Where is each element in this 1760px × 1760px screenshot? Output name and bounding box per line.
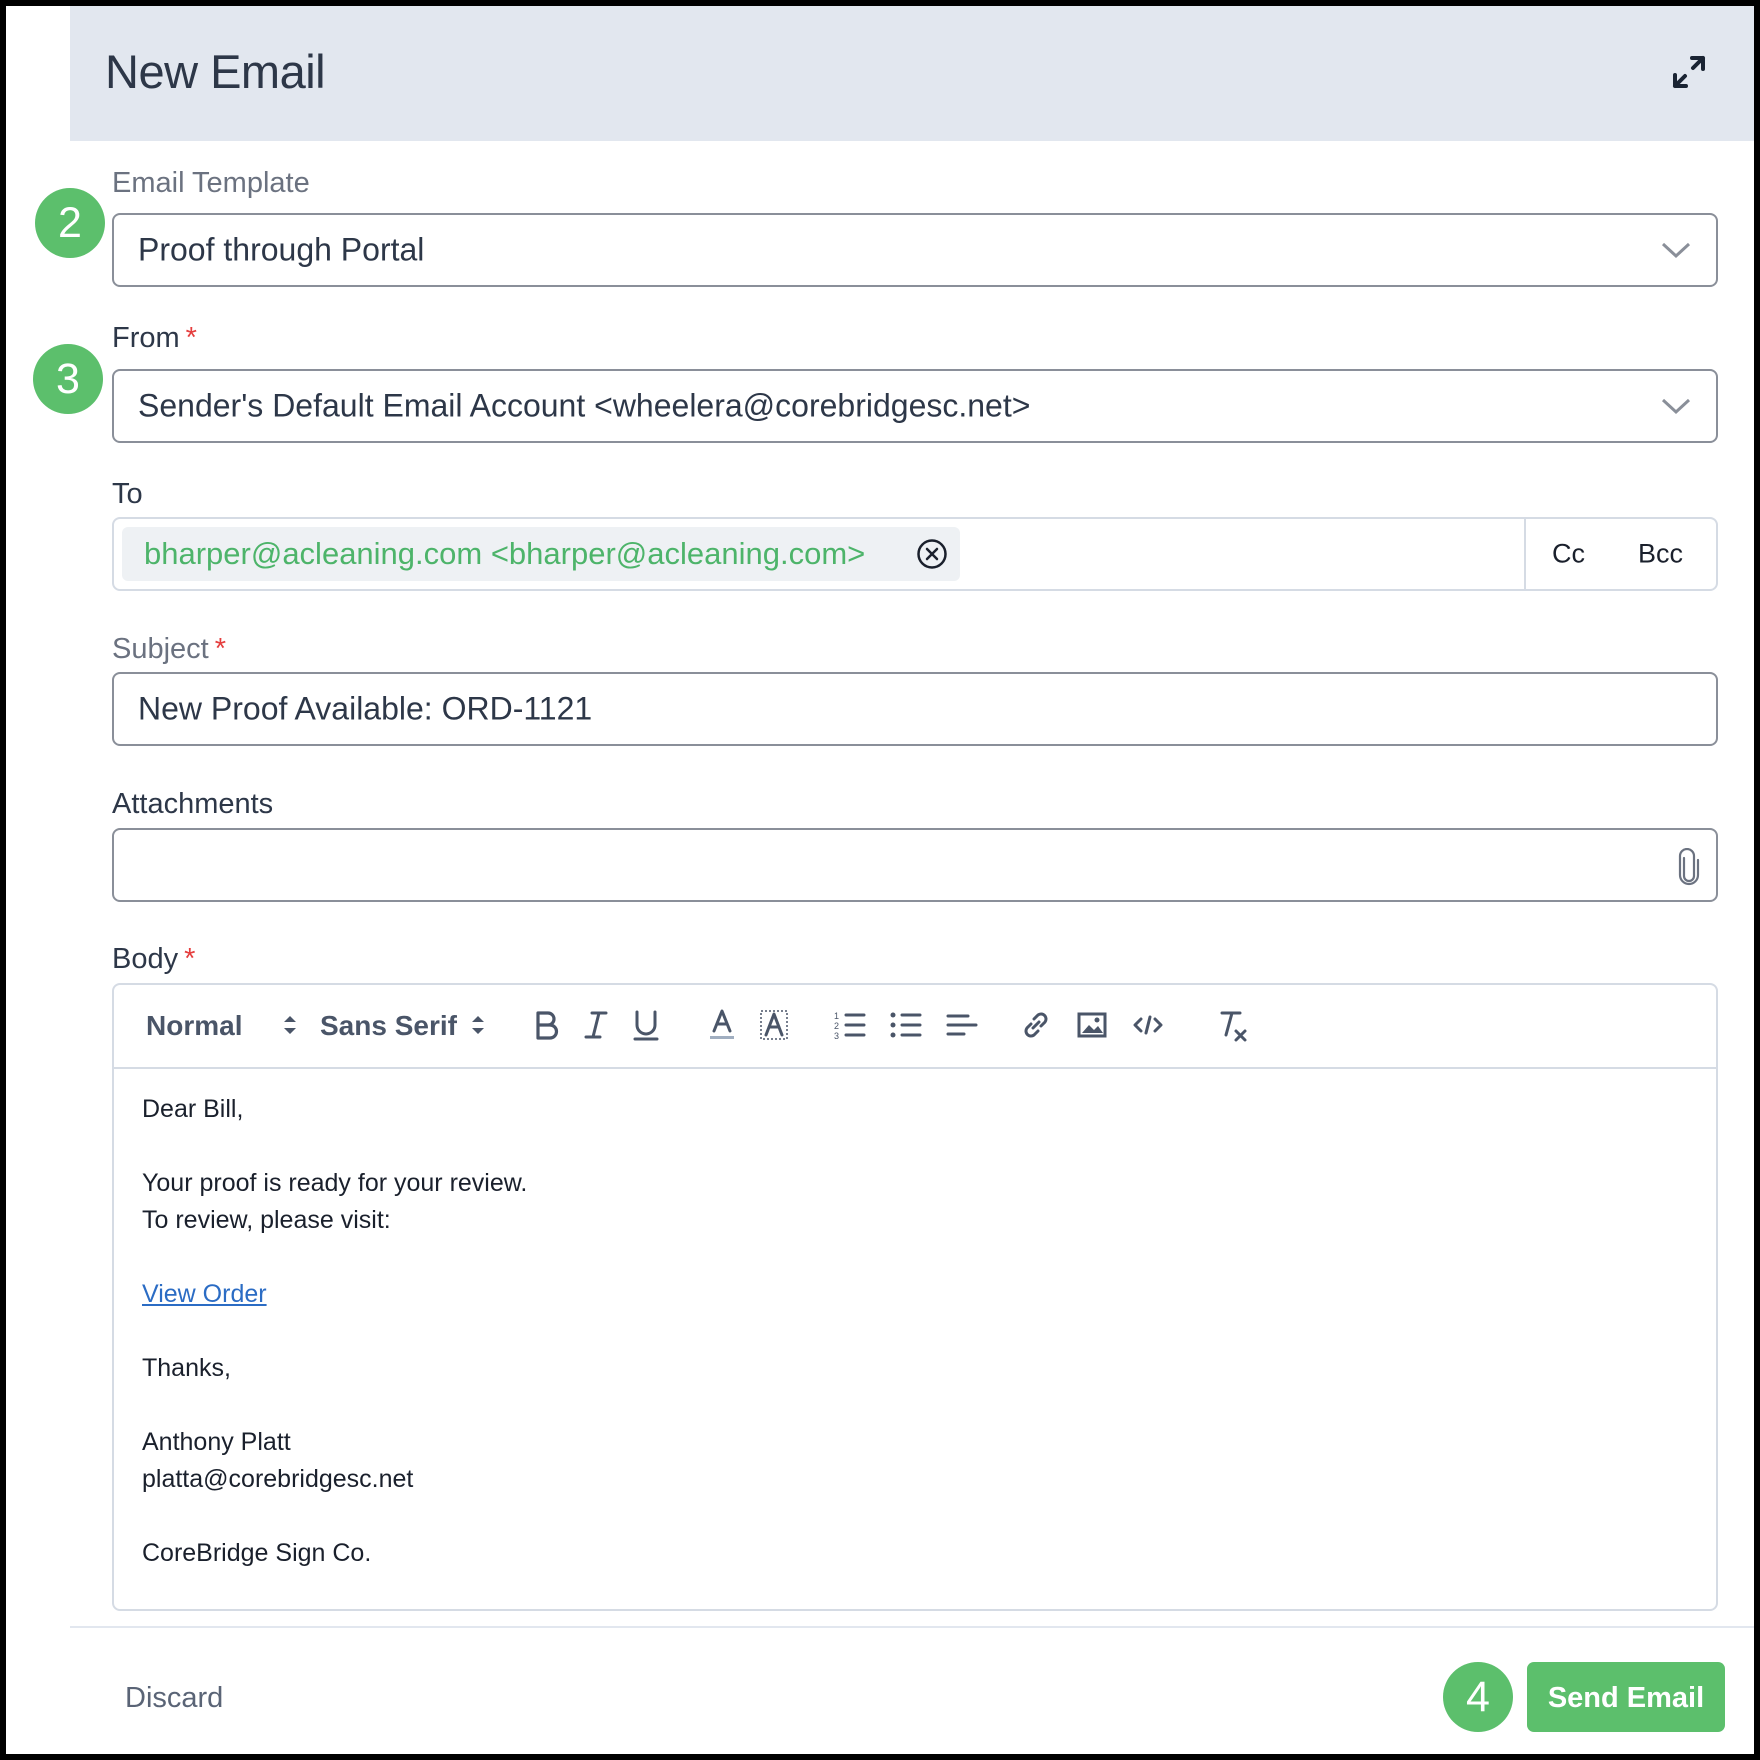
attachments-field[interactable]	[112, 828, 1718, 902]
body-label: Body *	[112, 943, 195, 976]
from-label: From *	[112, 322, 197, 355]
chevron-down-icon	[1661, 398, 1691, 415]
from-select[interactable]: Sender's Default Email Account <wheelera…	[112, 369, 1718, 443]
align-left-icon[interactable]	[944, 1007, 980, 1043]
body-line: Dear Bill,	[142, 1095, 244, 1123]
step-badge-2: 2	[35, 188, 105, 258]
subject-label: Subject *	[112, 633, 226, 666]
body-blank-line	[142, 1239, 527, 1276]
cc-bcc-controls: Cc Bcc	[1524, 519, 1716, 589]
subject-label-text: Subject	[112, 633, 209, 665]
from-label-text: From	[112, 322, 180, 354]
background-color-icon[interactable]	[756, 1007, 792, 1043]
body-content[interactable]: Dear Bill, Your proof is ready for your …	[142, 1091, 527, 1572]
text-size-select[interactable]: Normal	[146, 1010, 242, 1042]
to-label: To	[112, 478, 143, 510]
image-icon[interactable]	[1074, 1007, 1110, 1043]
body-line: platta@corebridgesc.net	[142, 1465, 414, 1493]
editor-toolbar: Normal Sans Serif 1 2 3	[114, 985, 1716, 1069]
text-color-icon[interactable]	[704, 1007, 740, 1043]
discard-button[interactable]: Discard	[125, 1682, 223, 1715]
body-line: Anthony Platt	[142, 1428, 291, 1456]
body-link-line: View Order	[142, 1276, 527, 1313]
send-email-button[interactable]: Send Email	[1527, 1662, 1725, 1732]
underline-icon[interactable]	[628, 1007, 664, 1043]
code-icon[interactable]	[1130, 1007, 1166, 1043]
bold-icon[interactable]	[528, 1007, 564, 1043]
svg-text:2: 2	[834, 1021, 839, 1031]
bcc-button[interactable]: Bcc	[1638, 539, 1683, 570]
expand-icon[interactable]	[1671, 54, 1707, 90]
select-arrows-icon	[472, 1016, 484, 1034]
to-field[interactable]: bharper@acleaning.com <bharper@acleaning…	[112, 517, 1718, 591]
step-badge-3: 3	[33, 344, 103, 414]
body-blank-line	[142, 1313, 527, 1350]
italic-icon[interactable]	[578, 1007, 614, 1043]
composer-header: New Email	[70, 6, 1754, 141]
bullet-list-icon[interactable]	[888, 1007, 924, 1043]
body-line: Thanks,	[142, 1354, 231, 1382]
recipient-chip-label: bharper@acleaning.com <bharper@acleaning…	[144, 536, 866, 571]
required-marker: *	[185, 322, 197, 354]
body-blank-line	[142, 1387, 527, 1424]
subject-input[interactable]: New Proof Available: ORD-1121	[112, 672, 1718, 746]
body-label-text: Body	[112, 943, 179, 975]
step-badge-4: 4	[1443, 1662, 1513, 1732]
svg-text:3: 3	[834, 1031, 839, 1041]
footer-divider	[70, 1626, 1754, 1628]
chevron-down-icon	[1661, 242, 1691, 259]
template-value: Proof through Portal	[138, 231, 425, 268]
required-marker: *	[214, 633, 227, 665]
template-label: Email Template	[112, 167, 310, 199]
body-line: CoreBridge Sign Co.	[142, 1539, 372, 1567]
page-title: New Email	[105, 45, 326, 98]
clear-formatting-icon[interactable]	[1214, 1007, 1250, 1043]
link-icon[interactable]	[1018, 1007, 1054, 1043]
body-editor[interactable]: Normal Sans Serif 1 2 3 Dear Bill, Your …	[112, 983, 1718, 1611]
template-select[interactable]: Proof through Portal	[112, 213, 1718, 287]
view-order-link[interactable]: View Order	[142, 1280, 267, 1308]
body-line: To review, please visit:	[142, 1206, 391, 1234]
body-blank-line	[142, 1128, 527, 1165]
svg-text:1: 1	[834, 1011, 839, 1021]
subject-value: New Proof Available: ORD-1121	[138, 690, 593, 727]
ordered-list-icon[interactable]: 1 2 3	[832, 1007, 868, 1043]
cc-button[interactable]: Cc	[1552, 539, 1585, 570]
remove-recipient-icon[interactable]	[916, 538, 948, 570]
body-blank-line	[142, 1498, 527, 1535]
font-family-select[interactable]: Sans Serif	[320, 1010, 457, 1042]
from-value: Sender's Default Email Account <wheelera…	[138, 387, 1031, 424]
paperclip-icon[interactable]	[1676, 848, 1702, 886]
select-arrows-icon	[284, 1016, 296, 1034]
required-marker: *	[184, 943, 196, 975]
email-composer: New Email Email Template 2 Proof through…	[6, 6, 1754, 1754]
recipient-chip: bharper@acleaning.com <bharper@acleaning…	[122, 527, 960, 581]
attachments-label: Attachments	[112, 788, 274, 820]
body-line: Your proof is ready for your review.	[142, 1169, 528, 1197]
